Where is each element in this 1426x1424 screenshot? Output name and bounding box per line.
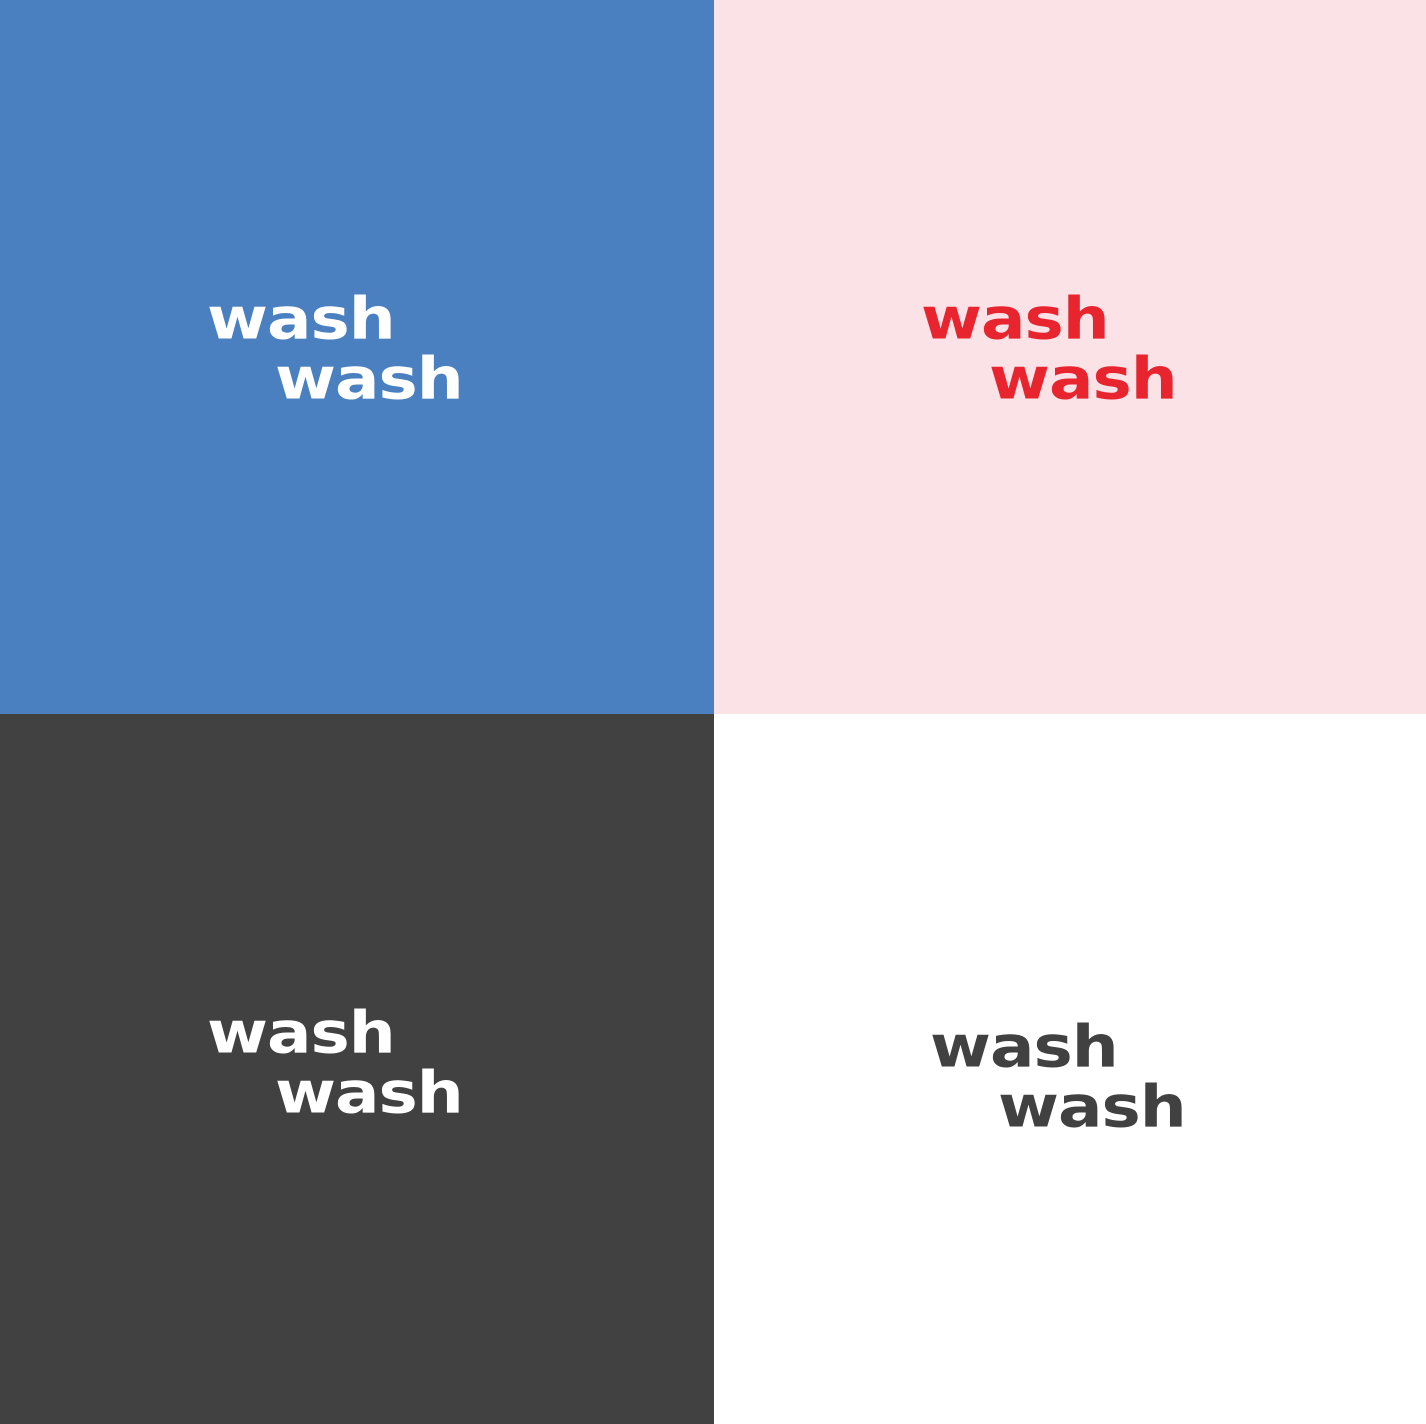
logo-line-1: wash <box>921 284 1110 353</box>
logo-line-2: wash <box>998 1072 1187 1141</box>
logo-line-1: wash <box>207 284 396 353</box>
logo-panel-white: wash wash <box>714 714 1426 1424</box>
logo-line-1: wash <box>930 1012 1119 1081</box>
logo-line-1: wash <box>207 998 396 1067</box>
logo-line-2: wash <box>275 344 464 413</box>
logo-panel-blue: wash wash <box>0 0 714 714</box>
logo-line-2: wash <box>989 344 1178 413</box>
wash-wash-logo: wash wash <box>207 996 507 1126</box>
wash-wash-logo: wash wash <box>930 1010 1230 1140</box>
wash-wash-logo: wash wash <box>207 282 507 412</box>
logo-panel-pink: wash wash <box>714 0 1426 714</box>
logo-line-2: wash <box>275 1058 464 1127</box>
logo-panel-dark: wash wash <box>0 714 714 1424</box>
wash-wash-logo: wash wash <box>921 282 1221 412</box>
logo-variants-grid: wash wash wash wash wash wash wash wash <box>0 0 1426 1424</box>
